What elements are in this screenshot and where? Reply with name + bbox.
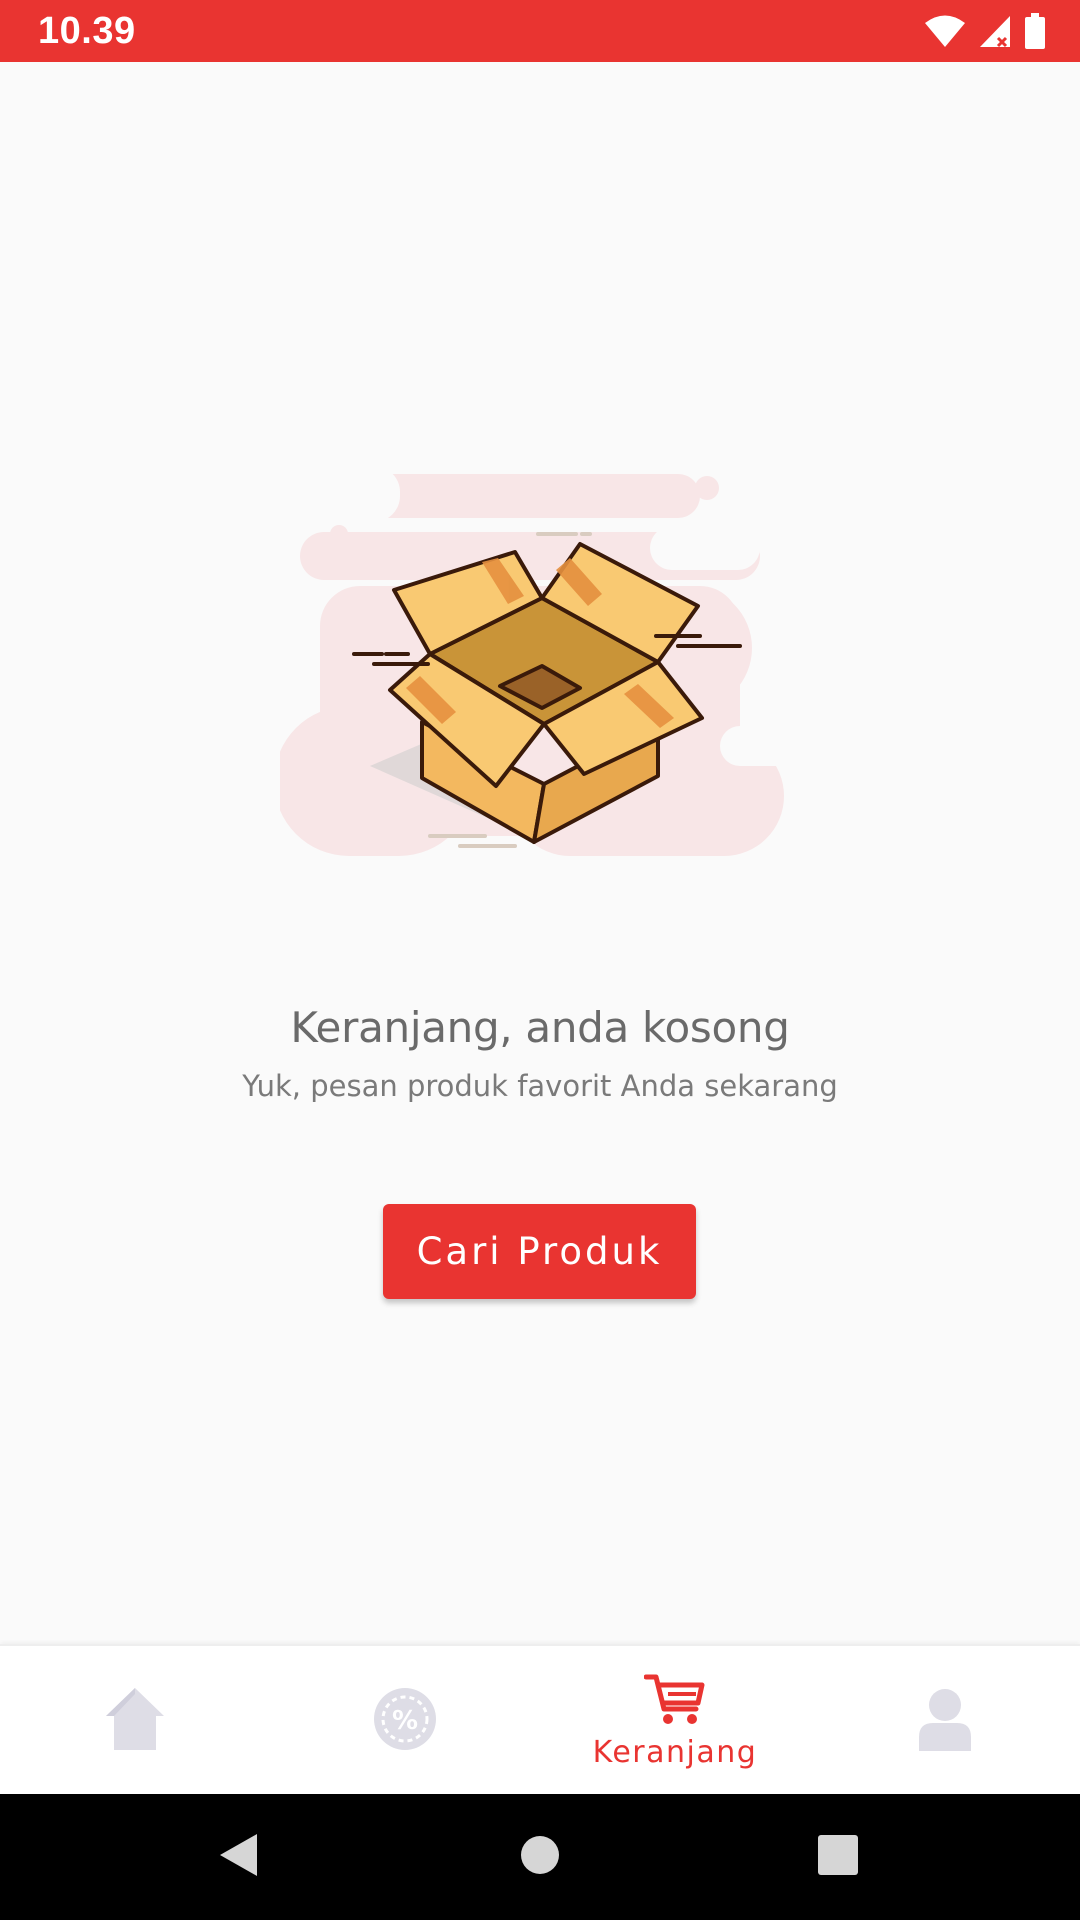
back-icon <box>217 1832 259 1882</box>
home-icon <box>104 1686 166 1756</box>
status-bar: 10.39 <box>0 0 1080 62</box>
battery-icon <box>1024 13 1046 49</box>
empty-cart-title: Keranjang, anda kosong <box>290 1003 790 1052</box>
open-box-illustration <box>274 466 800 876</box>
recents-icon <box>818 1835 858 1879</box>
home-circle-icon <box>520 1835 560 1879</box>
nav-item-promo[interactable]: % <box>270 1646 540 1796</box>
nav-item-home[interactable] <box>0 1646 270 1796</box>
empty-cart-subtitle: Yuk, pesan produk favorit Anda sekarang <box>242 1069 838 1103</box>
cart-icon <box>643 1673 706 1731</box>
status-time: 10.39 <box>38 10 136 52</box>
nav-item-profile[interactable] <box>810 1646 1080 1796</box>
search-product-button[interactable]: Cari Produk <box>383 1204 696 1299</box>
promo-percent-icon: % <box>373 1687 437 1755</box>
cart-screen: 10.39 Keranjang, anda kosong Yuk, pesan … <box>0 0 1080 1920</box>
back-button[interactable] <box>178 1794 298 1920</box>
profile-icon <box>917 1687 973 1755</box>
recents-button[interactable] <box>778 1794 898 1920</box>
bottom-navigation: % Keranjang <box>0 1644 1080 1796</box>
status-icons <box>924 12 1046 50</box>
svg-text:%: % <box>392 1706 418 1736</box>
nav-label-cart: Keranjang <box>592 1734 758 1770</box>
home-button[interactable] <box>480 1794 600 1920</box>
wifi-icon <box>924 14 966 48</box>
system-navigation-bar <box>0 1794 1080 1920</box>
nav-item-cart[interactable]: Keranjang <box>540 1646 810 1796</box>
cellular-signal-icon <box>978 14 1012 48</box>
